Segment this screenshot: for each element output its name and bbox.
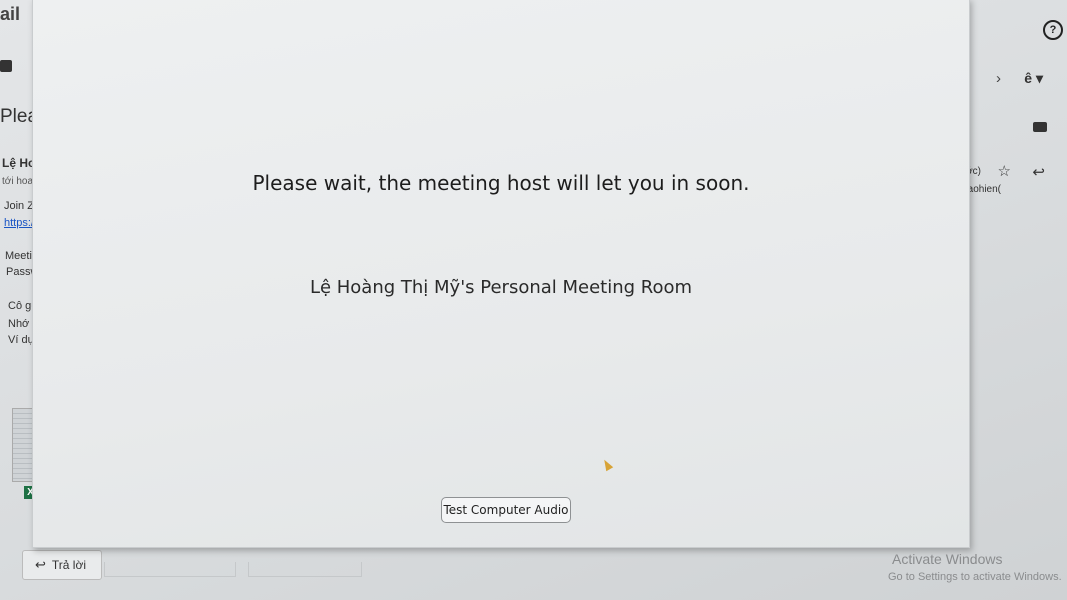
bottom-field-1[interactable] [104,562,236,577]
bottom-field-2[interactable] [248,562,362,577]
print-icon[interactable] [1033,122,1047,132]
waiting-message: Please wait, the meeting host will let y… [252,171,750,195]
waiting-room-dialog: Please wait, the meeting host will let y… [32,0,970,548]
email-right-fragment-2: aohien( [967,184,1001,195]
chevron-right-icon[interactable]: › [996,70,1001,87]
star-icon[interactable]: ☆ [998,162,1011,180]
help-icon[interactable]: ? [1043,20,1063,40]
activate-windows-title: Activate Windows [892,551,1003,567]
meeting-room-name: Lệ Hoàng Thị Mỹ's Personal Meeting Room [309,277,693,298]
reply-icon[interactable]: ↩ [1032,163,1045,181]
reply-arrow-icon: ↩ [35,557,46,572]
app-title-fragment: ail [0,4,21,24]
activate-windows-subtitle: Go to Settings to activate Windows. [888,571,1062,583]
language-icon[interactable]: ê ▾ [1024,70,1043,87]
compose-icon[interactable] [0,60,12,72]
email-sender-fragment: Lệ Ho [2,156,36,170]
test-computer-audio-button[interactable]: Test Computer Audio [441,497,571,523]
reply-button[interactable]: ↩ Trả lời [22,550,102,580]
reply-button-label: Trả lời [51,558,86,572]
email-recipient-fragment: tới hoa [2,176,34,187]
